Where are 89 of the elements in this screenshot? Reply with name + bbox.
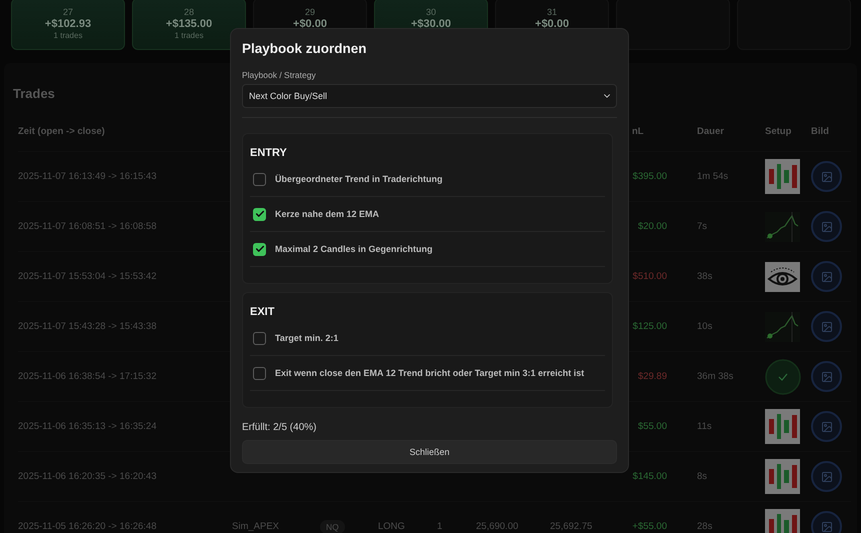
day-amount: +$135.00 <box>166 18 212 30</box>
pnl-value: $20.00 <box>636 221 667 232</box>
table-cell: 2025-11-05 16:26:20 -> 16:26:48 <box>18 521 156 532</box>
checkbox[interactable] <box>253 366 266 380</box>
table-cell: 25,692.75 <box>550 521 592 532</box>
day-number: 29 <box>304 7 315 17</box>
calendar-day[interactable] <box>616 0 730 50</box>
image-icon <box>820 370 832 382</box>
image-icon <box>820 420 832 432</box>
criterion-label: Kerze nahe dem 12 EMA <box>275 209 380 219</box>
pnl-value: $510.00 <box>632 271 667 282</box>
table-cell: 1 <box>437 521 442 532</box>
column-header: Setup <box>765 126 792 136</box>
pnl-value: $145.00 <box>632 471 667 482</box>
image-icon <box>820 170 832 182</box>
image-button[interactable] <box>811 161 842 192</box>
pnl-value: +$55.00 <box>631 521 667 532</box>
checkbox[interactable] <box>253 208 266 220</box>
field-label: Playbook / Strategy <box>242 70 317 80</box>
checkbox[interactable] <box>253 332 266 344</box>
candlestick-icon <box>765 159 800 194</box>
table-cell: 2025-11-06 16:35:13 -> 16:35:24 <box>18 421 156 432</box>
price-chart-icon <box>765 312 800 342</box>
eye-icon <box>765 262 800 292</box>
day-number: 31 <box>546 7 557 17</box>
criterion-label: Exit wenn close den EMA 12 Trend bricht oder Target min 3:1 erreicht ist <box>275 368 584 378</box>
close-button[interactable]: Schließen <box>242 440 617 464</box>
fulfilled-summary: Erfüllt: 2/5 (40%) <box>242 422 318 433</box>
criterion-label: Maximal 2 Candles in Gegenrichtung <box>275 244 433 254</box>
image-button[interactable] <box>811 311 842 342</box>
checkbox[interactable] <box>253 172 266 186</box>
image-button[interactable] <box>811 411 842 442</box>
pnl-value: $395.00 <box>632 171 667 182</box>
day-amount: +$102.93 <box>44 18 92 30</box>
image-button[interactable] <box>811 461 842 492</box>
table-cell: 2025-11-06 16:38:54 -> 17:15:32 <box>18 371 156 382</box>
table-cell: 2025-11-07 16:13:49 -> 16:15:43 <box>18 171 156 182</box>
calendar-day[interactable]: 27 +$102.93 1 trades <box>11 0 125 50</box>
section-title: ENTRY <box>250 147 288 159</box>
pnl-value: $55.00 <box>636 421 667 432</box>
table-cell: 2025-11-06 16:20:35 -> 16:20:43 <box>18 471 156 482</box>
table-cell: 36m 38s <box>697 371 734 382</box>
day-number: 27 <box>62 7 73 17</box>
table-cell: 2025-11-07 16:08:51 -> 16:08:58 <box>18 221 156 232</box>
pnl-value: $125.00 <box>632 321 667 332</box>
day-amount: +$0.00 <box>535 18 569 30</box>
symbol-tag: NQ <box>320 520 345 533</box>
image-button[interactable] <box>811 511 842 533</box>
image-button[interactable] <box>811 361 842 392</box>
pnl-value: $29.89 <box>636 371 667 382</box>
image-button[interactable] <box>811 211 842 242</box>
table-cell: 1m 54s <box>697 171 728 182</box>
table-cell: 2025-11-07 15:43:28 -> 15:43:38 <box>18 321 156 332</box>
image-button[interactable] <box>811 261 842 292</box>
strategy-select[interactable]: Next Color Buy/Sell <box>242 84 617 108</box>
day-number: 28 <box>184 7 194 17</box>
panel-title: Trades <box>13 86 55 101</box>
image-icon <box>820 270 832 282</box>
trade-count: 1 trades <box>174 31 204 40</box>
candlestick-icon <box>765 409 800 444</box>
table-cell: 2025-11-07 15:53:04 -> 15:53:42 <box>18 271 156 282</box>
table-cell: 10s <box>697 321 712 332</box>
section-title: EXIT <box>250 306 276 318</box>
table-cell: Sim_APEX <box>232 521 279 532</box>
table-cell: LONG <box>378 521 405 532</box>
column-header: Bild <box>811 126 829 136</box>
image-icon <box>820 220 832 232</box>
trade-count: 1 trades <box>54 31 82 40</box>
column-header: nL <box>631 126 644 136</box>
criterion-label: Übergeordneter Trend in Traderichtung <box>275 174 443 184</box>
price-chart-icon <box>765 212 800 242</box>
table-cell: 38s <box>697 271 712 282</box>
table-cell: 8s <box>697 471 708 482</box>
table-cell: 25,690.00 <box>476 521 518 532</box>
image-icon <box>820 520 832 532</box>
table-cell: 28s <box>697 521 712 532</box>
table-cell: 11s <box>697 421 712 432</box>
column-header: Dauer <box>697 126 724 136</box>
column-header: Zeit (open -> close) <box>18 126 105 136</box>
candlestick-icon <box>765 459 800 494</box>
image-icon <box>820 320 832 332</box>
table-cell: 7s <box>697 221 708 232</box>
day-amount: +$30.00 <box>410 18 452 30</box>
day-amount: +$0.00 <box>293 18 327 30</box>
image-icon <box>820 470 832 482</box>
day-number: 30 <box>426 7 436 17</box>
check-icon <box>765 358 801 394</box>
checkbox[interactable] <box>253 242 266 256</box>
criterion-label: Target min. 2:1 <box>275 333 338 343</box>
